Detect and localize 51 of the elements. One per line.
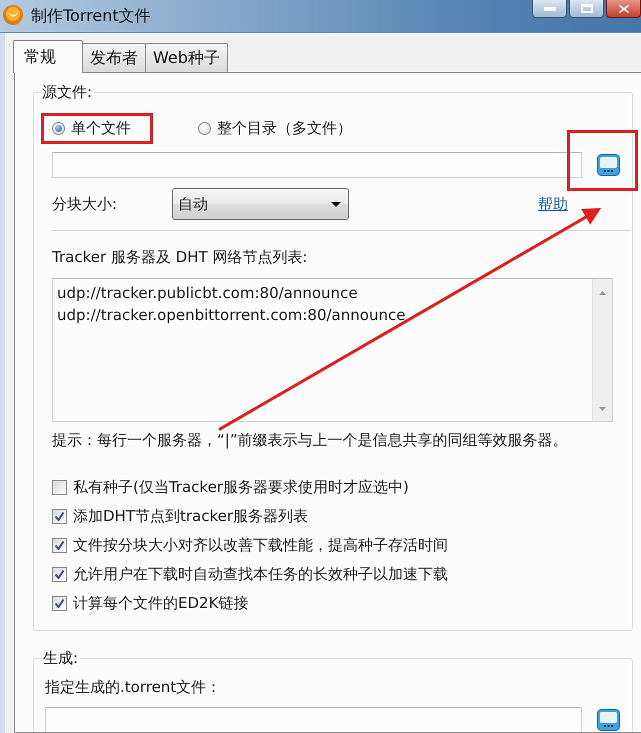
tab[interactable]: Web种子: [145, 43, 228, 72]
down-arrow-icon: [599, 407, 606, 411]
checkmark-icon: [55, 570, 64, 578]
checkmark-icon: [55, 598, 64, 608]
checkbox-label: 允许用户在下载时自动查找本任务的长效种子以加速下载: [73, 564, 448, 584]
checkbox-label: 文件按分块大小对齐以改善下载性能，提高种子存活时间: [73, 536, 448, 554]
up-arrow-icon: [599, 291, 606, 295]
checkbox[interactable]: [52, 508, 67, 524]
tracker-list-label: Tracker 服务器及 DHT 网络节点列表:: [52, 248, 308, 266]
maximize-icon: [580, 4, 592, 13]
tab[interactable]: 发布者: [82, 43, 146, 72]
checkbox-label: 私有种子(仅当Tracker服务器要求使用时才应选中): [73, 478, 409, 496]
hint-text: 提示：每行一个服务器，“|”前缀表示与上一个是信息共享的同组等效服务器。: [52, 431, 569, 449]
radio-label: 整个目录（多文件）: [217, 118, 352, 138]
checkmark-icon: [55, 540, 64, 550]
checkbox[interactable]: [52, 480, 67, 494]
tracker-list-field[interactable]: udp://tracker.publicbt.com:80/announce udp://tracker.openbittorrent.com:80/announce: [52, 278, 613, 422]
checkbox-label: 计算每个文件的ED2K链接: [73, 594, 248, 612]
tab[interactable]: 常规: [13, 40, 83, 73]
browse-button[interactable]: [597, 154, 620, 176]
radio-label: 单个文件: [71, 118, 131, 138]
checkbox[interactable]: [52, 538, 67, 552]
ellipsis-icon: [597, 709, 620, 731]
piece-size-dropdown[interactable]: 自动: [172, 188, 349, 220]
output-file-label: 指定生成的.torrent文件：: [45, 678, 222, 696]
group-title: 生成:: [42, 649, 80, 667]
caret-icon: [331, 202, 341, 206]
checkbox[interactable]: [52, 566, 67, 582]
maximize-button[interactable]: [569, 0, 604, 18]
minimize-button[interactable]: [532, 0, 567, 18]
highlight-frame: [567, 130, 638, 191]
group-title: 源文件:: [41, 83, 94, 101]
radio-button[interactable]: [198, 122, 211, 134]
help-link[interactable]: 帮助: [538, 194, 568, 214]
close-button[interactable]: [606, 0, 641, 18]
file-path-field[interactable]: [52, 152, 582, 178]
minimize-icon: [544, 6, 556, 10]
orb-logo-icon: [3, 5, 23, 25]
close-icon: [618, 4, 628, 12]
checkbox-label: 添加DHT节点到tracker服务器列表: [73, 506, 308, 526]
ellipsis-icon: [597, 154, 620, 176]
checkmark-icon: [55, 512, 64, 520]
tracker-url: udp://tracker.openbittorrent.com:80/announce: [57, 305, 406, 326]
piece-size-label: 分块大小:: [52, 194, 118, 214]
radio-button[interactable]: [52, 122, 65, 134]
browse-button[interactable]: [597, 709, 620, 731]
window-title: 制作Torrent文件: [31, 6, 151, 26]
tracker-url: udp://tracker.publicbt.com:80/announce: [57, 283, 358, 304]
file-path-field[interactable]: [45, 707, 582, 732]
vertical-scrollbar[interactable]: [592, 279, 612, 421]
checkbox[interactable]: [52, 596, 67, 610]
